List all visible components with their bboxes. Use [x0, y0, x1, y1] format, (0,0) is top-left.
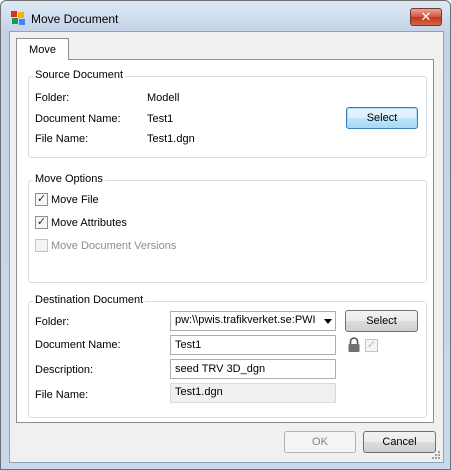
- dest-docname-field[interactable]: [170, 335, 336, 355]
- source-document-legend: Source Document: [33, 69, 126, 81]
- source-select-button[interactable]: Select: [346, 107, 418, 129]
- lock-icon: [348, 337, 360, 352]
- source-document-group: Source Document Folder: Modell Document …: [28, 69, 427, 158]
- dest-description-field[interactable]: [170, 359, 336, 379]
- move-file-option[interactable]: ✓ Move File: [35, 193, 99, 206]
- title-bar[interactable]: Move Document ✕: [1, 1, 450, 31]
- dest-select-button[interactable]: Select: [345, 310, 418, 332]
- move-versions-option: Move Document Versions: [35, 239, 176, 252]
- move-attributes-option[interactable]: ✓ Move Attributes: [35, 216, 127, 229]
- move-options-group: Move Options ✓ Move File ✓ Move Attribut…: [28, 173, 427, 283]
- dest-filename-value: Test1.dgn: [175, 386, 223, 398]
- move-document-dialog: Move Document ✕ Move Source Document Fol…: [0, 0, 451, 470]
- move-versions-label: Move Document Versions: [51, 239, 177, 252]
- dest-folder-value: pw:\\pwis.trafikverket.se:PWI: [175, 314, 316, 326]
- dialog-client-area: Move Source Document Folder: Modell Docu…: [9, 31, 444, 463]
- destination-document-legend: Destination Document: [33, 294, 146, 306]
- move-versions-checkbox: [35, 239, 48, 252]
- source-filename-label: File Name:: [35, 133, 89, 145]
- source-folder-value: Modell: [147, 92, 180, 104]
- dest-docname-label: Document Name:: [35, 339, 121, 351]
- destination-document-group: Destination Document Folder: pw:\\pwis.t…: [28, 294, 427, 418]
- close-icon: ✕: [420, 9, 432, 24]
- chevron-down-icon[interactable]: [324, 319, 332, 324]
- tab-label: Move: [29, 43, 56, 56]
- dest-description-label: Description:: [35, 364, 94, 376]
- source-filename-value: Test1.dgn: [147, 133, 195, 145]
- source-folder-label: Folder:: [35, 92, 70, 104]
- move-file-label: Move File: [51, 193, 99, 206]
- dest-filename-label: File Name:: [35, 389, 89, 401]
- window-title: Move Document: [31, 12, 119, 26]
- move-attributes-checkbox[interactable]: ✓: [35, 216, 48, 229]
- colored-squares-icon: [11, 11, 25, 25]
- cancel-button[interactable]: Cancel: [363, 431, 436, 453]
- dest-folder-dropdown[interactable]: pw:\\pwis.trafikverket.se:PWI: [170, 311, 336, 331]
- resize-grip-icon[interactable]: [430, 449, 440, 459]
- dest-folder-label: Folder:: [35, 316, 70, 328]
- dest-docname-lock-checkbox: ✓: [365, 339, 378, 352]
- source-docname-label: Document Name:: [35, 113, 121, 125]
- source-docname-value: Test1: [147, 113, 174, 125]
- move-options-legend: Move Options: [33, 173, 105, 185]
- move-file-checkbox[interactable]: ✓: [35, 193, 48, 206]
- tab-panel-move: Source Document Folder: Modell Document …: [16, 59, 434, 423]
- close-button[interactable]: ✕: [410, 8, 442, 26]
- move-attributes-label: Move Attributes: [51, 216, 127, 229]
- ok-button[interactable]: OK: [284, 431, 356, 453]
- tab-move[interactable]: Move: [16, 38, 69, 60]
- dest-filename-field: Test1.dgn: [170, 383, 336, 403]
